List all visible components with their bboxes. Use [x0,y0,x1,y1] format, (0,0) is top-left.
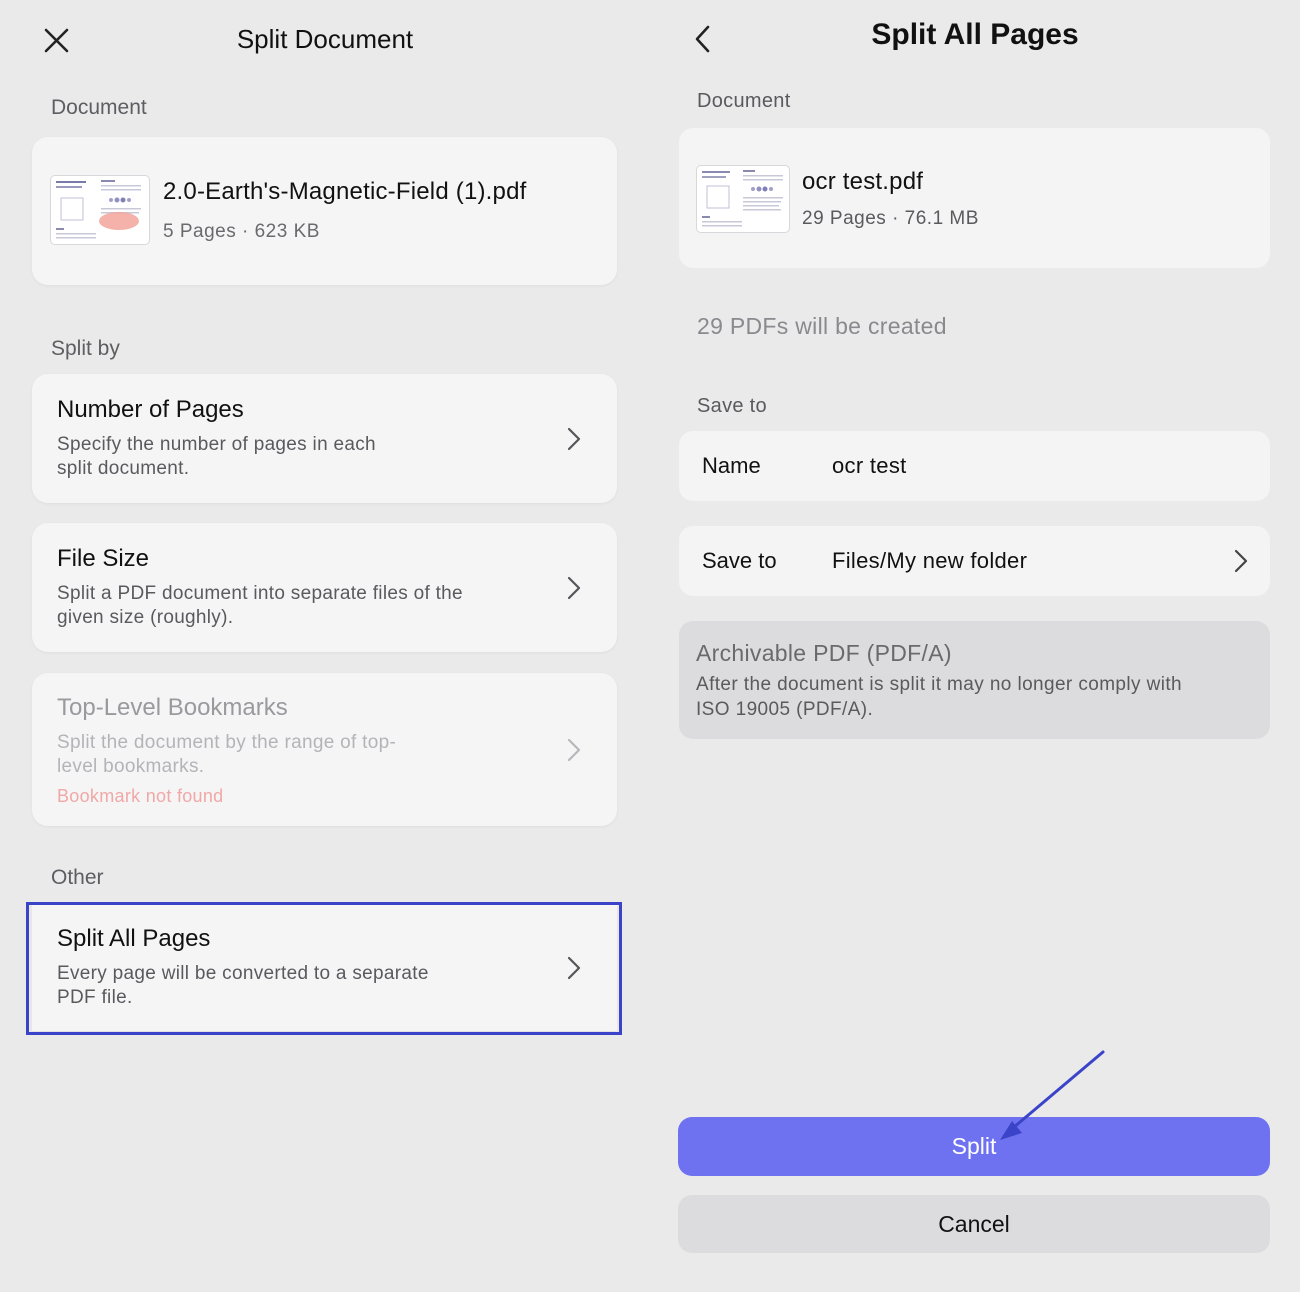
pdfs-created-text: 29 PDFs will be created [697,313,947,339]
split-button[interactable]: Split [678,1117,1270,1176]
option-title: Top-Level Bookmarks [57,694,288,721]
option-desc-line2: given size (roughly). [57,607,234,628]
option-desc-line2: split document. [57,458,190,479]
document-meta: 5 Pages · 623 KB [163,221,320,242]
document-card: 2.0-Earth's-Magnetic-Field (1).pdf 5 Pag… [32,137,617,285]
option-file-size[interactable]: File Size Split a PDF document into sepa… [32,523,617,652]
name-key: Name [702,453,761,478]
save-to-key: Save to [702,548,777,573]
save-to-row[interactable]: Save to Files/My new folder [679,526,1270,596]
archivable-desc-line2: ISO 19005 (PDF/A). [696,699,874,720]
option-title: File Size [57,545,150,572]
archivable-pdf-card: Archivable PDF (PDF/A) After the documen… [679,621,1270,739]
archivable-desc-line1: After the document is split it may no lo… [696,674,1182,695]
option-desc-line1: Specify the number of pages in each [57,434,376,455]
cancel-button[interactable]: Cancel [678,1195,1270,1253]
document-name: ocr test.pdf [802,168,924,195]
option-desc-line1: Split a PDF document into separate files… [57,583,463,604]
archivable-title: Archivable PDF (PDF/A) [696,640,952,666]
name-value[interactable]: ocr test [832,453,907,479]
document-section-label: Document [51,96,147,119]
document-thumbnail [696,165,790,233]
option-desc-line2: level bookmarks. [57,756,205,777]
document-name: 2.0-Earth's-Magnetic-Field (1).pdf [163,178,527,205]
split-by-label: Split by [51,337,120,360]
option-top-level-bookmarks: Top-Level Bookmarks Split the document b… [32,673,617,826]
chevron-right-icon [1233,548,1249,574]
option-title: Number of Pages [57,396,244,423]
page-title: Split All Pages [871,18,1079,51]
name-row[interactable]: Name ocr test [679,431,1270,501]
chevron-right-icon [566,426,582,452]
page-title: Split Document [236,24,414,54]
bookmark-warning: Bookmark not found [57,786,224,806]
chevron-right-icon [566,737,582,763]
document-card: ocr test.pdf 29 Pages · 76.1 MB [679,128,1270,268]
other-label: Other [51,866,104,889]
save-to-value: Files/My new folder [832,548,1028,573]
document-section-label: Document [697,90,791,112]
document-thumbnail [50,175,150,245]
annotation-arrow-icon [990,1045,1110,1145]
document-meta: 29 Pages · 76.1 MB [802,208,979,229]
option-desc-line1: Split the document by the range of top- [57,732,397,753]
chevron-right-icon [566,575,582,601]
save-to-section-label: Save to [697,395,767,417]
highlight-box [26,902,622,1035]
option-number-of-pages[interactable]: Number of Pages Specify the number of pa… [32,374,617,503]
